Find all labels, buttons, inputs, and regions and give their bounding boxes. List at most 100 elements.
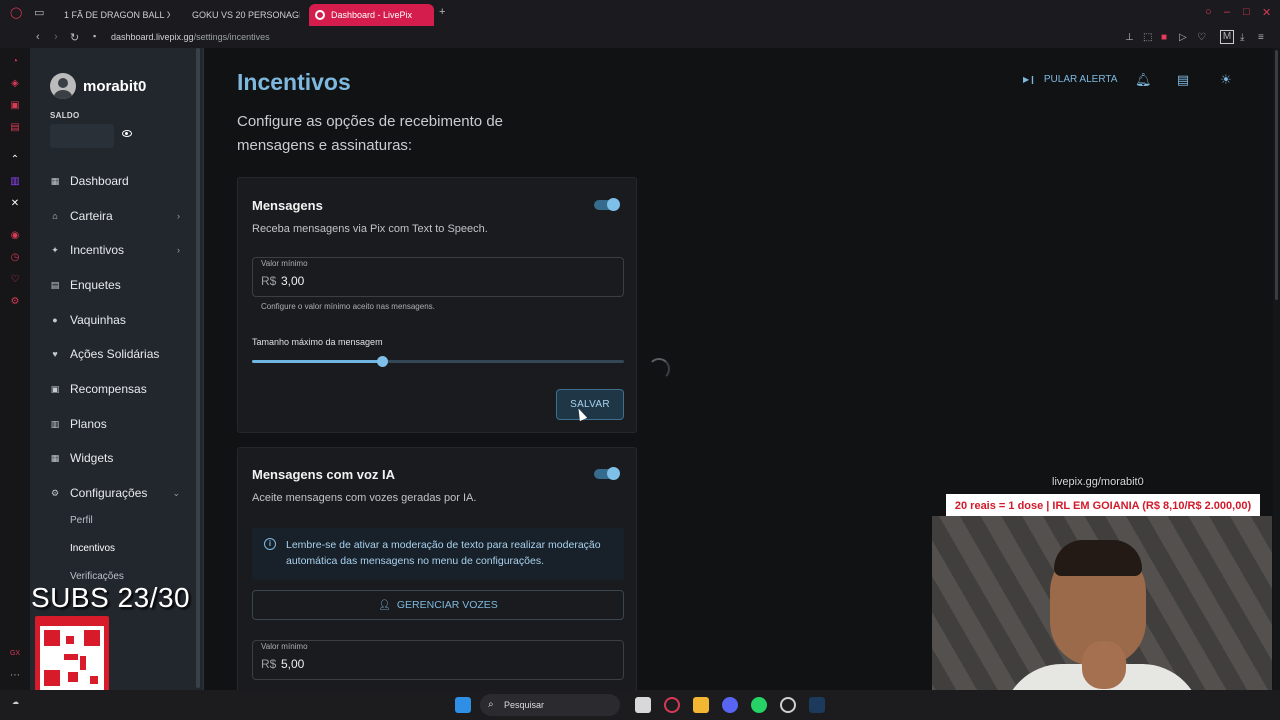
gx-icon[interactable]: GX bbox=[9, 648, 21, 660]
opera-taskbar-icon[interactable] bbox=[664, 697, 680, 713]
moderation-info-box: i Lembre-se de ativar a moderação de tex… bbox=[252, 528, 624, 580]
poll-icon: ▤ bbox=[50, 280, 60, 290]
messages-min-value-field[interactable]: Valor mínimo R$ 3,00 bbox=[252, 257, 624, 297]
messages-min-value-hint: Configure o valor mínimo aceito nas mens… bbox=[261, 302, 435, 311]
settings-sidebar-icon[interactable]: ⚙ bbox=[9, 296, 21, 308]
max-length-label: Tamanho máximo da mensagem bbox=[252, 337, 383, 347]
skip-alert-button[interactable]: ▶❙ PULAR ALERTA bbox=[1023, 74, 1117, 85]
task-view-icon[interactable] bbox=[635, 697, 651, 713]
notifications-icon[interactable]: ◈ bbox=[9, 78, 21, 90]
eye-icon[interactable] bbox=[122, 130, 132, 137]
forward-icon[interactable]: › bbox=[54, 31, 58, 43]
maximize-icon[interactable]: □ bbox=[1243, 6, 1250, 18]
sidebar-item-vaquinhas[interactable]: ● Vaquinhas bbox=[50, 310, 180, 330]
download-icon[interactable]: ⤓ bbox=[1240, 32, 1244, 43]
taskbar-search-input[interactable]: ⌕ Pesquisar bbox=[480, 694, 620, 716]
skip-icon: ▶❙ bbox=[1023, 75, 1036, 84]
aria-icon[interactable]: ◔ bbox=[9, 56, 21, 68]
ai-voice-min-value-field[interactable]: Valor mínimo R$ 5,00 bbox=[252, 640, 624, 680]
max-length-slider-thumb[interactable] bbox=[377, 356, 389, 367]
manage-voices-button[interactable]: 👤︎ GERENCIAR VOZES bbox=[252, 590, 624, 620]
sidebar-item-dashboard[interactable]: ▦ Dashboard bbox=[50, 171, 180, 191]
bell-icon[interactable]: 🔔︎ bbox=[1135, 72, 1152, 88]
back-icon[interactable]: ‹ bbox=[36, 31, 40, 43]
x-twitter-icon[interactable]: ✕ bbox=[9, 198, 21, 210]
sidebar-item-incentivos[interactable]: ✦ Incentivos › bbox=[50, 240, 180, 260]
sidebar-item-planos[interactable]: ▥ Planos bbox=[50, 414, 180, 434]
sparkle-icon: ✦ bbox=[51, 245, 59, 255]
sidebar-subitem-incentivos[interactable]: Incentivos bbox=[70, 543, 115, 554]
tab-dashboard-livepix[interactable]: Dashboard - LivePix bbox=[309, 4, 434, 26]
messenger-icon[interactable]: ▣ bbox=[9, 100, 21, 112]
profile-m-icon[interactable]: M bbox=[1220, 30, 1234, 44]
menu-icon[interactable]: ≡ bbox=[1258, 32, 1264, 43]
tab-menu-icon[interactable]: ▭ bbox=[34, 6, 44, 19]
file-explorer-icon[interactable] bbox=[693, 697, 709, 713]
chevron-down-icon: ⌄ bbox=[172, 487, 180, 498]
url-field[interactable]: dashboard.livepix.gg/settings/incentives bbox=[111, 32, 270, 42]
discord-icon[interactable] bbox=[722, 697, 738, 713]
messages-toggle[interactable] bbox=[594, 198, 620, 211]
heart-icon[interactable]: ♡ bbox=[1197, 32, 1206, 43]
tab-goku[interactable]: GOKU VS 20 PERSONAGI bbox=[186, 4, 300, 26]
donation-link-overlay: livepix.gg/morabit0 bbox=[1052, 476, 1144, 488]
sidebar-item-enquetes[interactable]: ▤ Enquetes bbox=[50, 275, 180, 295]
qr-code-icon bbox=[40, 626, 104, 690]
shield-icon[interactable]: ■ bbox=[1161, 32, 1167, 43]
history-icon[interactable]: ◷ bbox=[9, 252, 21, 264]
ai-voice-toggle[interactable] bbox=[594, 467, 620, 480]
sidebar-scrollbar[interactable] bbox=[196, 48, 200, 688]
sidebar-item-configuracoes[interactable]: ⚙ Configurações ⌄ bbox=[50, 483, 180, 503]
lock-icon: ▪ bbox=[93, 31, 97, 41]
bank-icon: ⌂ bbox=[52, 211, 58, 221]
snapshot-icon[interactable]: ⬚ bbox=[1143, 32, 1152, 43]
new-tab-icon[interactable]: + bbox=[439, 6, 445, 18]
messages-description: Receba mensagens via Pix com Text to Spe… bbox=[252, 223, 488, 235]
page-scrollbar[interactable] bbox=[1273, 48, 1280, 698]
sun-icon[interactable]: ☀ bbox=[1218, 72, 1234, 88]
sidebar-item-recompensas[interactable]: ▣ Recompensas bbox=[50, 379, 180, 399]
layout-icon[interactable]: ▤ bbox=[1175, 72, 1191, 88]
username: morabit0 bbox=[83, 78, 147, 95]
bookmarks-icon[interactable]: ♡ bbox=[9, 274, 21, 286]
pin-icon[interactable]: ⊥ bbox=[1125, 32, 1134, 43]
weather-icon[interactable]: ☁ bbox=[12, 698, 19, 706]
moderation-info-text: Lembre-se de ativar a moderação de texto… bbox=[286, 539, 601, 567]
gift-icon: ▣ bbox=[50, 384, 60, 394]
livepix-icon[interactable]: ⌃ bbox=[9, 154, 21, 166]
ai-voice-card: Mensagens com voz IA Aceite mensagens co… bbox=[237, 447, 637, 707]
piggy-bank-icon: ● bbox=[52, 315, 58, 325]
avatar[interactable] bbox=[50, 73, 76, 99]
info-icon: i bbox=[264, 538, 276, 550]
balance-label: SALDO bbox=[50, 111, 80, 120]
tab-dragon-ball[interactable]: 1 FÃ DE DRAGON BALL X bbox=[58, 4, 170, 26]
instagram-icon[interactable]: ▤ bbox=[9, 122, 21, 134]
ai-voice-description: Aceite mensagens com vozes geradas por I… bbox=[252, 492, 477, 504]
max-length-slider[interactable] bbox=[252, 356, 624, 367]
sidebar-item-carteira[interactable]: ⌂ Carteira › bbox=[50, 206, 180, 226]
messages-card: Mensagens Receba mensagens via Pix com T… bbox=[237, 177, 637, 433]
ai-voice-title: Mensagens com voz IA bbox=[252, 467, 396, 482]
sidebar-item-acoes-solidarias[interactable]: ♥ Ações Solidárias bbox=[50, 344, 180, 364]
minimize-icon[interactable]: – bbox=[1224, 6, 1230, 18]
windows-start-icon[interactable] bbox=[455, 697, 471, 713]
person-voice-icon: 👤︎ bbox=[378, 599, 391, 611]
player-sidebar-icon[interactable]: ◉ bbox=[9, 230, 21, 242]
sidebar-subitem-perfil[interactable]: Perfil bbox=[70, 515, 93, 526]
opera-sidebar: ◔ ◈ ▣ ▤ ⌃ ▥ ✕ ◉ ◷ ♡ ⚙ GX ⋯ bbox=[0, 48, 30, 698]
search-icon[interactable]: ○ bbox=[1205, 6, 1212, 18]
close-icon[interactable]: ✕ bbox=[1262, 6, 1271, 19]
plans-icon: ▥ bbox=[50, 419, 60, 429]
sidebar-item-widgets[interactable]: ▦ Widgets bbox=[50, 448, 180, 468]
save-button[interactable]: SALVAR bbox=[556, 389, 624, 420]
obs-icon[interactable] bbox=[780, 697, 796, 713]
steam-icon[interactable] bbox=[809, 697, 825, 713]
more-icon[interactable]: ⋯ bbox=[9, 670, 21, 682]
whatsapp-icon[interactable] bbox=[751, 697, 767, 713]
twitch-icon[interactable]: ▥ bbox=[9, 176, 21, 188]
opera-logo-icon[interactable]: ◯ bbox=[10, 6, 22, 19]
player-icon[interactable]: ▷ bbox=[1179, 32, 1187, 43]
reload-icon[interactable]: ↻ bbox=[70, 31, 79, 44]
livepix-favicon-icon bbox=[315, 10, 325, 20]
sidebar-subitem-verificacoes[interactable]: Verificações bbox=[70, 571, 124, 582]
